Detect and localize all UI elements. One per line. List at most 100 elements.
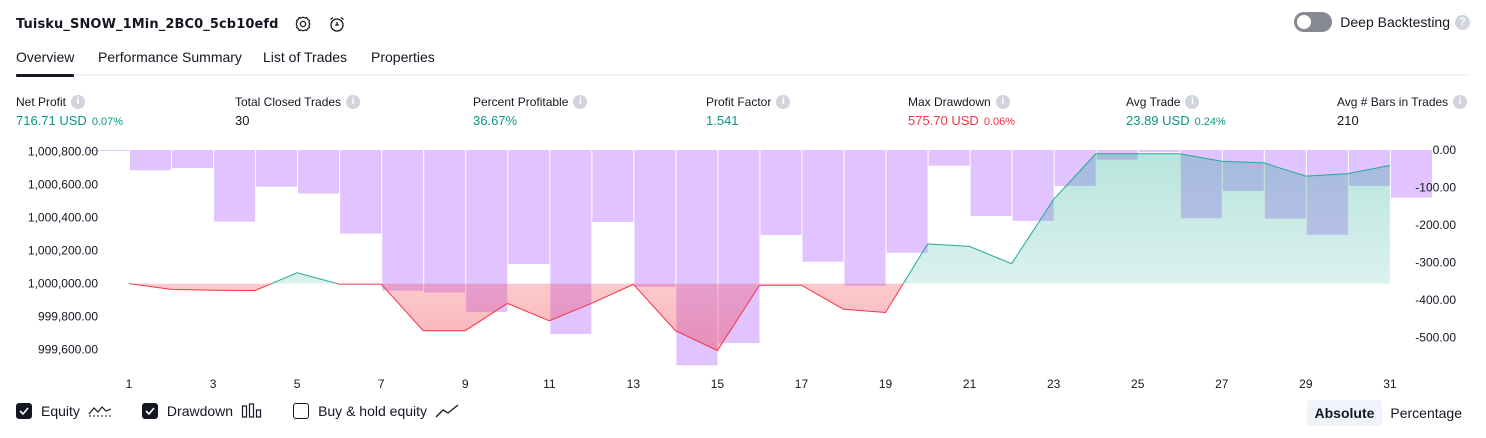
equity-point[interactable]: [926, 242, 930, 246]
drawdown-bar[interactable]: [424, 150, 466, 293]
drawdown-bar[interactable]: [760, 150, 802, 236]
drawdown-checkbox[interactable]: [141, 403, 158, 419]
x-tick-label: 13: [627, 377, 641, 391]
absolute-button[interactable]: Absolute: [1306, 400, 1383, 426]
drawdown-bar[interactable]: [844, 150, 886, 286]
equity-point[interactable]: [757, 283, 761, 287]
drawdown-bar[interactable]: [508, 150, 550, 264]
equity-point[interactable]: [1220, 159, 1224, 163]
equity-point[interactable]: [1010, 262, 1014, 266]
help-icon[interactable]: ?: [1455, 14, 1470, 30]
deep-backtesting: Deep Backtesting ?: [1294, 12, 1470, 32]
metric-label: Net Profit: [16, 94, 67, 109]
metric-value: 210: [1337, 113, 1359, 128]
equity-point[interactable]: [1094, 152, 1098, 156]
legend-equity[interactable]: Equity: [16, 403, 112, 419]
info-icon[interactable]: i: [1185, 94, 1200, 109]
equity-point[interactable]: [505, 301, 509, 305]
buy-hold-checkbox[interactable]: [293, 403, 310, 419]
metric-value: 1.541: [706, 113, 739, 128]
metric-value: 716.71 USD: [16, 113, 87, 128]
drawdown-bar[interactable]: [340, 150, 382, 234]
equity-point[interactable]: [127, 282, 131, 286]
metric-net-profit: Net Profit i 716.71 USD 0.07%: [16, 94, 123, 128]
equity-point[interactable]: [842, 307, 846, 311]
equity-point[interactable]: [1388, 163, 1392, 167]
equity-point[interactable]: [379, 282, 383, 286]
tab-performance-summary[interactable]: Performance Summary: [98, 49, 242, 65]
drawdown-bar[interactable]: [802, 150, 844, 262]
tab-properties[interactable]: Properties: [371, 49, 435, 65]
equity-point[interactable]: [421, 329, 425, 333]
equity-point[interactable]: [631, 282, 635, 286]
equity-point[interactable]: [715, 349, 719, 353]
y-right-tick-label: -400.00: [1415, 293, 1456, 307]
x-tick-label: 7: [378, 377, 385, 391]
equity-point[interactable]: [1052, 197, 1056, 201]
report-header: Tuisku_SNOW_1Min_2BC0_5cb10efd: [16, 10, 347, 38]
percentage-button[interactable]: Percentage: [1382, 400, 1470, 426]
legend-buy-hold-label: Buy & hold equity: [318, 403, 428, 419]
drawdown-bar[interactable]: [382, 150, 424, 291]
drawdown-bar[interactable]: [214, 150, 256, 222]
equity-point[interactable]: [547, 319, 551, 323]
tab-list-of-trades[interactable]: List of Trades: [263, 49, 347, 65]
y-right-tick-label: -500.00: [1415, 331, 1456, 345]
y-left-tick-label: 999,600.00: [38, 343, 98, 357]
equity-point[interactable]: [589, 301, 593, 305]
equity-point[interactable]: [884, 311, 888, 315]
info-icon[interactable]: i: [573, 94, 588, 109]
info-icon[interactable]: i: [995, 94, 1010, 109]
drawdown-bar[interactable]: [928, 150, 970, 166]
drawdown-bars-icon: [241, 403, 263, 419]
drawdown-bar[interactable]: [256, 150, 298, 187]
equity-checkbox[interactable]: [16, 403, 32, 419]
y-right-tick-label: -300.00: [1415, 256, 1456, 270]
equity-point[interactable]: [968, 244, 972, 248]
legend-drawdown[interactable]: Drawdown: [141, 403, 263, 419]
equity-point[interactable]: [1262, 161, 1266, 165]
drawdown-bar[interactable]: [970, 150, 1012, 216]
drawdown-bar[interactable]: [634, 150, 676, 287]
equity-point[interactable]: [169, 287, 173, 291]
equity-point[interactable]: [337, 282, 341, 286]
settings-icon[interactable]: [293, 14, 313, 34]
alarm-add-icon[interactable]: [327, 14, 347, 34]
legend-buy-hold-equity[interactable]: Buy & hold equity: [293, 403, 459, 419]
equity-point[interactable]: [1178, 152, 1182, 156]
info-icon[interactable]: i: [346, 94, 361, 109]
metric-max-drawdown: Max Drawdown i 575.70 USD 0.06%: [908, 94, 1015, 128]
drawdown-bar[interactable]: [172, 150, 214, 168]
equity-point[interactable]: [253, 289, 257, 293]
info-icon[interactable]: i: [776, 94, 791, 109]
drawdown-bar[interactable]: [1138, 150, 1180, 153]
drawdown-bar[interactable]: [298, 150, 340, 194]
metric-label: Profit Factor: [706, 94, 772, 109]
metric-value: 575.70 USD: [908, 113, 979, 128]
drawdown-bar[interactable]: [886, 150, 928, 253]
drawdown-bar[interactable]: [130, 150, 172, 171]
metric-percent: 0.24%: [1194, 116, 1226, 128]
equity-drawdown-chart[interactable]: 1,000,800.00 1,000,600.00 1,000,400.00 1,00…: [0, 138, 1486, 400]
equity-point[interactable]: [799, 283, 803, 287]
y-left-tick-label: 1,000,800.00: [28, 144, 98, 158]
equity-point[interactable]: [673, 329, 677, 333]
equity-point[interactable]: [1304, 174, 1308, 178]
tab-overview[interactable]: Overview: [16, 49, 75, 77]
info-icon[interactable]: i: [1453, 94, 1468, 109]
equity-point[interactable]: [295, 271, 299, 275]
metric-label: Percent Profitable: [473, 94, 569, 109]
drawdown-bar[interactable]: [592, 150, 634, 222]
equity-point[interactable]: [1136, 152, 1140, 156]
strategy-title: Tuisku_SNOW_1Min_2BC0_5cb10efd: [16, 16, 279, 32]
equity-point[interactable]: [463, 329, 467, 333]
x-tick-label: 19: [879, 377, 893, 391]
equity-point[interactable]: [211, 288, 215, 292]
deep-backtesting-toggle[interactable]: [1294, 12, 1333, 32]
info-icon[interactable]: i: [71, 94, 86, 109]
metric-label: Max Drawdown: [908, 94, 991, 109]
x-tick-label: 15: [711, 377, 725, 391]
buy-hold-line-icon: [435, 403, 459, 419]
equity-point[interactable]: [1346, 172, 1350, 176]
x-tick-label: 29: [1299, 377, 1313, 391]
